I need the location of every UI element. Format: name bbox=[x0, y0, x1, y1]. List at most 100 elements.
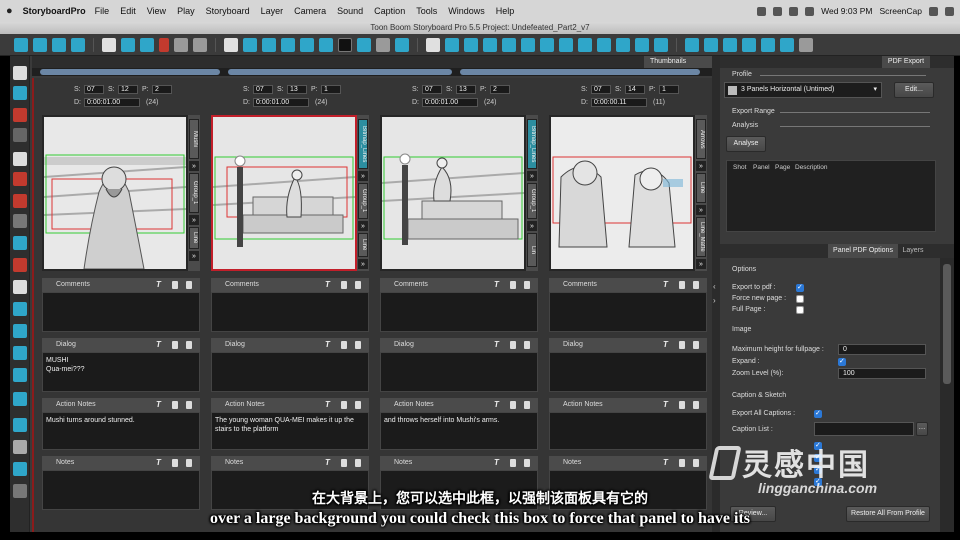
layer-tab[interactable]: Line bbox=[358, 233, 368, 257]
dropbox-icon[interactable] bbox=[757, 6, 767, 16]
paste-icon[interactable] bbox=[140, 37, 154, 52]
comments-field[interactable] bbox=[42, 292, 200, 332]
layer-up-icon[interactable] bbox=[521, 37, 535, 52]
layer-expand-icon[interactable]: » bbox=[358, 259, 368, 269]
text-format-icon[interactable]: T bbox=[156, 278, 161, 292]
max-height-input[interactable]: 0 bbox=[838, 344, 926, 355]
text-format-icon[interactable]: T bbox=[494, 338, 499, 352]
panel-icon[interactable] bbox=[262, 37, 276, 52]
save-as-icon[interactable] bbox=[71, 37, 85, 52]
text-format-icon[interactable]: T bbox=[663, 278, 668, 292]
rotate-tool-icon[interactable] bbox=[13, 324, 27, 338]
analysis-table[interactable]: Shot Panel Page Description bbox=[726, 160, 936, 232]
layer-tab-selected[interactable]: Bitmap_Lines bbox=[358, 119, 368, 169]
new-project-icon[interactable] bbox=[14, 37, 28, 52]
menu-edit[interactable]: Edit bbox=[120, 6, 136, 16]
paint-tool-icon[interactable] bbox=[13, 194, 27, 208]
text-format-icon[interactable]: T bbox=[494, 398, 499, 412]
thumbnails-scroll-knob[interactable] bbox=[228, 69, 452, 75]
play-icon[interactable] bbox=[723, 37, 737, 52]
note-icon[interactable] bbox=[355, 459, 361, 467]
battery-icon[interactable] bbox=[805, 6, 815, 16]
zoom-level-input[interactable]: 100 bbox=[838, 368, 926, 379]
clipboard-icon[interactable] bbox=[341, 401, 347, 409]
redo-icon[interactable] bbox=[193, 37, 207, 52]
text-format-icon[interactable]: T bbox=[663, 338, 668, 352]
loop-icon[interactable] bbox=[761, 37, 775, 52]
layer-tool-icon[interactable] bbox=[13, 368, 27, 382]
ink-tool-icon[interactable] bbox=[13, 214, 27, 228]
note-icon[interactable] bbox=[186, 281, 192, 289]
layer-tab[interactable]: Mushi bbox=[189, 119, 199, 159]
clipboard-icon[interactable] bbox=[679, 459, 685, 467]
comments-field[interactable] bbox=[380, 292, 538, 332]
scene-panel-field[interactable]: 12 bbox=[118, 85, 138, 94]
panel-field[interactable]: 2 bbox=[152, 85, 172, 94]
options-scroll-thumb[interactable] bbox=[943, 264, 951, 384]
layer-matte-icon[interactable] bbox=[635, 37, 649, 52]
zoom-icon[interactable] bbox=[395, 37, 409, 52]
stage-view-icon[interactable] bbox=[357, 37, 371, 52]
layer-expand-icon[interactable]: » bbox=[358, 221, 368, 231]
chevron-right-icon[interactable]: › bbox=[713, 296, 719, 306]
note-icon[interactable] bbox=[355, 401, 361, 409]
thumbnails-strip[interactable] bbox=[32, 68, 712, 76]
menu-tools[interactable]: Tools bbox=[416, 6, 437, 16]
clipboard-icon[interactable] bbox=[172, 281, 178, 289]
copy-icon[interactable] bbox=[121, 37, 135, 52]
layer-sound-icon[interactable] bbox=[654, 37, 668, 52]
thumbnails-scroll-knob[interactable] bbox=[460, 69, 700, 75]
next-frame-icon[interactable] bbox=[742, 37, 756, 52]
layer-expand-icon[interactable]: » bbox=[527, 221, 537, 231]
panel-field[interactable]: 1 bbox=[321, 85, 341, 94]
dialog-field[interactable] bbox=[380, 352, 538, 392]
comments-field[interactable] bbox=[549, 292, 707, 332]
join-panel-icon[interactable] bbox=[319, 37, 333, 52]
layer-expand-icon[interactable]: » bbox=[696, 259, 706, 269]
layer-tab[interactable]: Lin bbox=[527, 233, 537, 267]
layer-tab[interactable]: Group_1 bbox=[358, 183, 368, 219]
audio-icon[interactable] bbox=[243, 37, 257, 52]
export-to-pdf-checkbox[interactable] bbox=[796, 283, 804, 292]
sequence-tool-icon[interactable] bbox=[13, 392, 27, 406]
insert-panel-icon[interactable] bbox=[281, 37, 295, 52]
layer-tab[interactable]: Line bbox=[189, 227, 199, 249]
clipboard-icon[interactable] bbox=[679, 281, 685, 289]
text-format-icon[interactable]: T bbox=[325, 398, 330, 412]
clipboard-icon[interactable] bbox=[341, 341, 347, 349]
text-format-icon[interactable]: T bbox=[156, 456, 161, 470]
clipboard-icon[interactable] bbox=[679, 341, 685, 349]
scene-tool-icon[interactable] bbox=[13, 418, 27, 432]
menu-play[interactable]: Play bbox=[177, 6, 195, 16]
more-icon[interactable] bbox=[224, 37, 238, 52]
clipboard-icon[interactable] bbox=[510, 401, 516, 409]
action-notes-field[interactable]: Mushi turns around stunned. bbox=[42, 412, 200, 450]
tab-pdf-export[interactable]: PDF Export bbox=[882, 56, 930, 68]
layer-tab-selected[interactable]: Bitmap_Lines bbox=[527, 119, 537, 169]
scene-panel-field[interactable]: 13 bbox=[456, 85, 476, 94]
note-icon[interactable] bbox=[186, 401, 192, 409]
export-all-captions-checkbox[interactable] bbox=[814, 409, 822, 418]
duration-field[interactable]: 0:00:01.00 bbox=[84, 98, 140, 107]
sound-toggle-icon[interactable] bbox=[780, 37, 794, 52]
chevron-left-icon[interactable]: ‹ bbox=[713, 282, 719, 292]
panel-field[interactable]: 2 bbox=[490, 85, 510, 94]
menubar-screencap[interactable]: ScreenCap bbox=[879, 6, 922, 16]
clipboard-icon[interactable] bbox=[172, 459, 178, 467]
menu-help[interactable]: Help bbox=[496, 6, 515, 16]
force-new-page-checkbox[interactable] bbox=[796, 295, 804, 303]
first-frame-icon[interactable] bbox=[685, 37, 699, 52]
duration-field[interactable]: 0:00:01.00 bbox=[253, 98, 309, 107]
text-tool-icon[interactable] bbox=[13, 152, 27, 166]
cut-icon[interactable] bbox=[102, 37, 116, 52]
layer-tab[interactable]: Group_1 bbox=[189, 173, 199, 213]
clipboard-icon[interactable] bbox=[510, 281, 516, 289]
camera-icon[interactable] bbox=[445, 37, 459, 52]
select-tool-icon[interactable] bbox=[13, 66, 27, 80]
layer-lock-icon[interactable] bbox=[597, 37, 611, 52]
dialog-field[interactable] bbox=[549, 352, 707, 392]
duration-field[interactable]: 0:00:00.11 bbox=[591, 98, 647, 107]
rectangle-tool-icon[interactable] bbox=[13, 236, 27, 250]
scene-panel-field[interactable]: 13 bbox=[287, 85, 307, 94]
previous-frame-icon[interactable] bbox=[704, 37, 718, 52]
